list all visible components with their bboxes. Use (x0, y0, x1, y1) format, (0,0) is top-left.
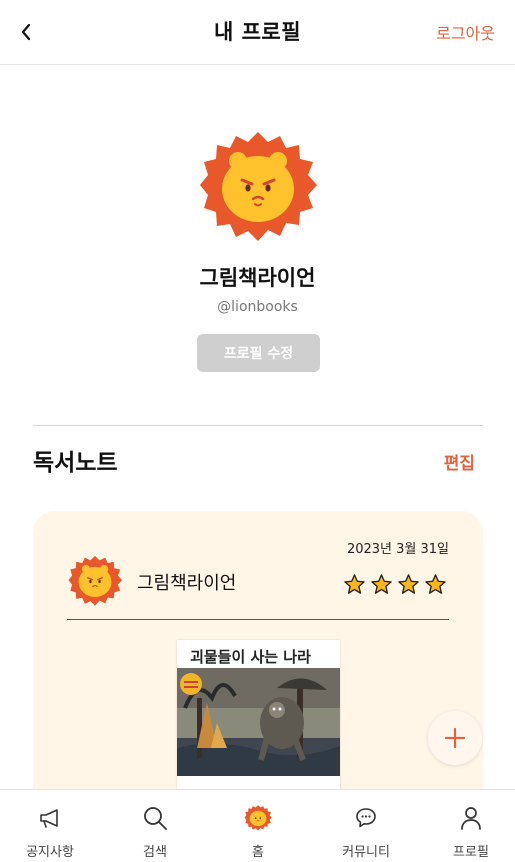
star-icon (398, 574, 419, 594)
nav-label: 프로필 (453, 845, 489, 860)
note-date: 2023년 3월 31일 (346, 542, 449, 557)
star-icon (425, 574, 446, 594)
nav-item-profile[interactable]: 프로필 (426, 790, 515, 862)
book-title: 괴물들이 사는 나라 (190, 648, 311, 666)
lion-avatar-icon (68, 555, 122, 606)
note-author: 그림책라이언 (137, 573, 237, 594)
profile-name: 그림책라이언 (199, 266, 316, 290)
nav-item-home[interactable]: 홈 (213, 790, 303, 862)
nav-label: 공지사항 (26, 845, 74, 860)
user-icon (461, 807, 481, 830)
chat-icon (356, 808, 376, 828)
logout-button[interactable]: 로그아웃 (436, 20, 495, 44)
profile-handle: @lionbooks (217, 299, 298, 315)
nav-item-search[interactable]: 검색 (110, 790, 200, 862)
bottom-nav: 공지사항 검색 홈 커뮤니티 프로필 (0, 789, 515, 862)
star-icon (371, 574, 392, 594)
reading-notes-title: 독서노트 (33, 450, 118, 476)
nav-label: 홈 (252, 845, 264, 860)
nav-label: 검색 (143, 845, 167, 860)
star-rating (343, 573, 447, 596)
megaphone-icon (40, 809, 58, 828)
add-note-button[interactable] (428, 711, 482, 765)
book-cover-illustration (177, 668, 340, 776)
reading-notes-edit-button[interactable]: 편집 (444, 449, 475, 474)
top-header: 내 프로필 로그아웃 (0, 0, 515, 65)
book-cover[interactable]: 괴물들이 사는 나라 (177, 640, 340, 790)
plus-icon (444, 727, 466, 749)
nav-label: 커뮤니티 (342, 845, 390, 860)
lion-home-icon (244, 805, 272, 831)
lion-avatar-icon[interactable] (197, 128, 319, 246)
section-divider (33, 425, 483, 426)
card-divider (67, 619, 449, 620)
nav-item-notice[interactable]: 공지사항 (5, 790, 95, 862)
star-icon (344, 574, 365, 594)
reading-note-card[interactable]: 2023년 3월 31일 그림책라이언 괴물들이 사는 나라 (33, 511, 483, 831)
search-icon (144, 807, 167, 830)
nav-item-community[interactable]: 커뮤니티 (321, 790, 411, 862)
edit-profile-button[interactable]: 프로필 수정 (197, 334, 320, 372)
